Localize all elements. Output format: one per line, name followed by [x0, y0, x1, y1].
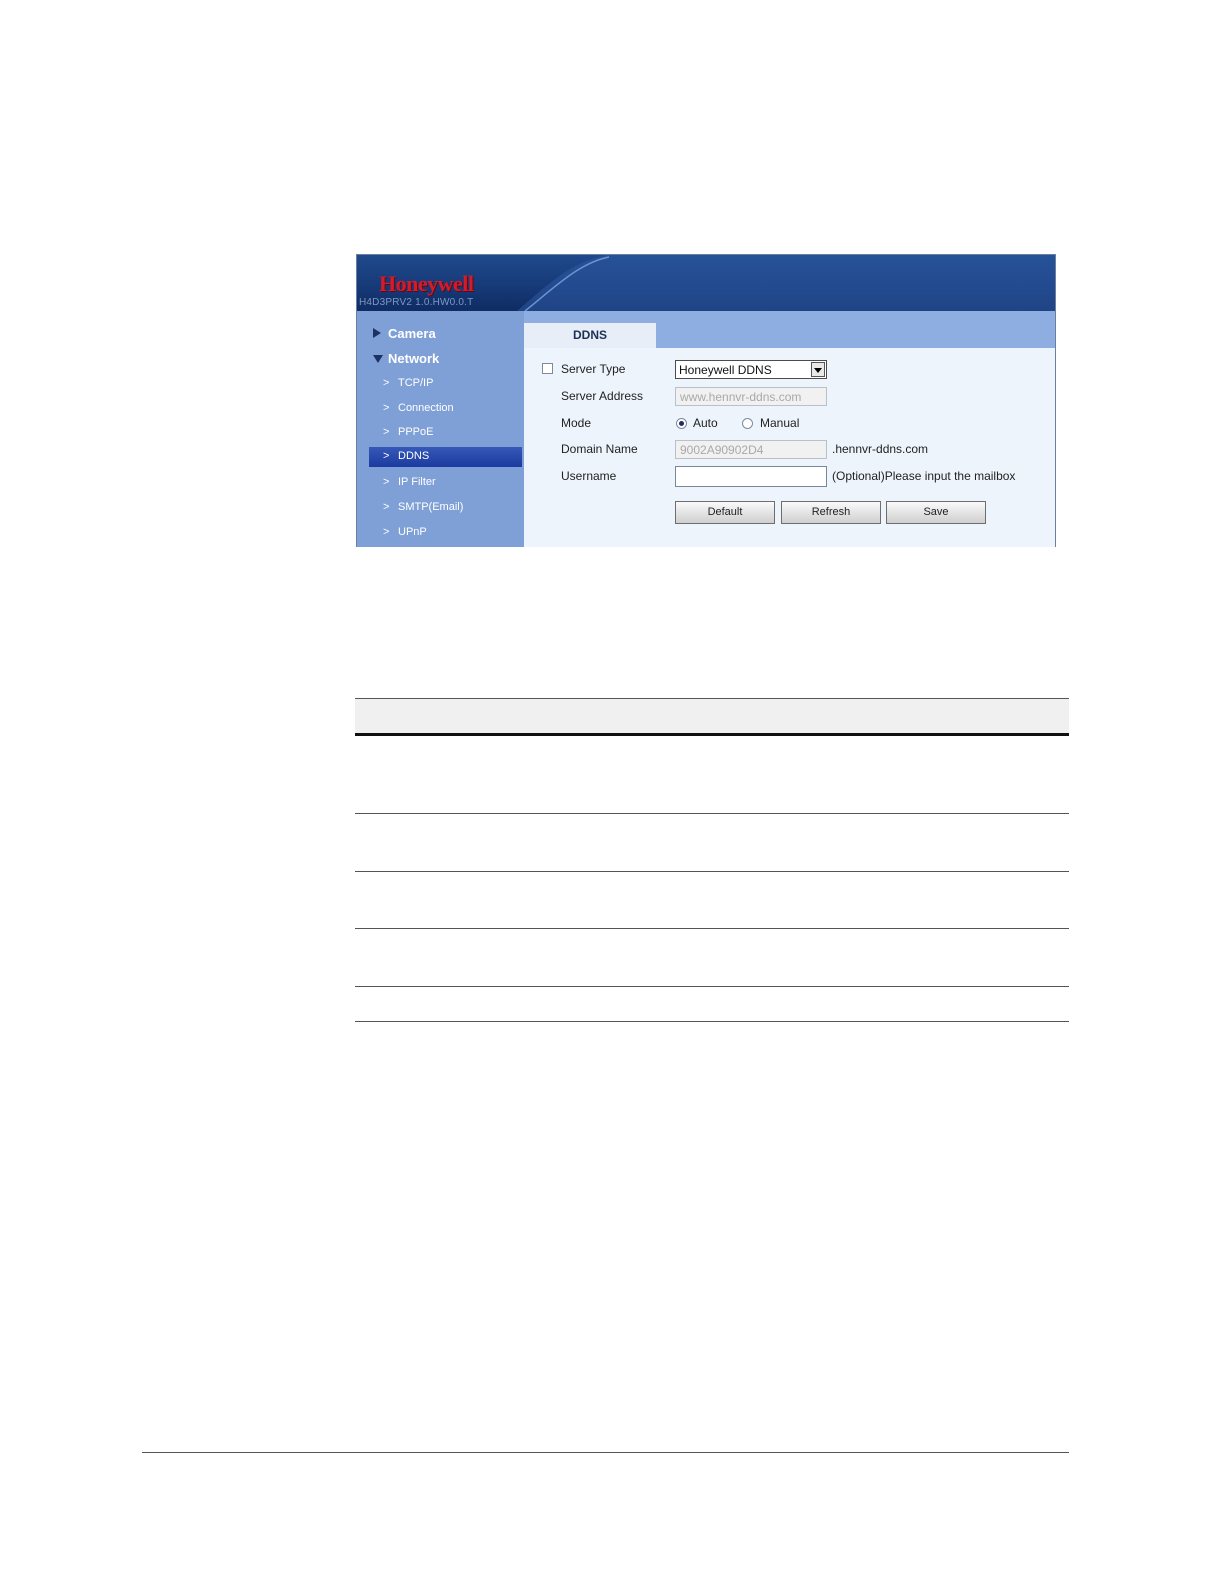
username-hint: (Optional)Please input the mailbox [832, 469, 1016, 483]
tab-ddns[interactable]: DDNS [524, 323, 656, 348]
domain-name-input [675, 440, 827, 459]
table-row-rule [355, 813, 1069, 814]
expanded-arrow-icon [373, 355, 383, 363]
chevron-right-icon: > [383, 501, 390, 513]
tab-bar: DDNS [524, 311, 1055, 348]
mode-label: Mode [561, 416, 592, 430]
ddns-settings-screenshot: Honeywell H4D3PRV2 1.0.HW0.0.T Camera Ne… [356, 254, 1056, 547]
table-bottom-rule [355, 1021, 1069, 1022]
domain-name-label: Domain Name [561, 442, 638, 456]
table-row-rule [355, 871, 1069, 872]
sidebar-item-ip-filter[interactable]: > IP Filter [369, 473, 522, 493]
sidebar-group-label: Network [388, 351, 440, 366]
mode-manual-label: Manual [760, 416, 800, 430]
sidebar-item-upnp[interactable]: > UPnP [369, 523, 522, 543]
chevron-right-icon: > [383, 402, 390, 414]
sidebar-item-label: TCP/IP [398, 377, 434, 389]
sidebar: Camera Network > TCP/IP > Connection > P… [357, 311, 524, 547]
domain-suffix: .hennvr-ddns.com [832, 442, 929, 456]
server-address-input [675, 387, 827, 406]
brand-logo: Honeywell [379, 271, 474, 296]
server-type-select[interactable]: Honeywell DDNS [675, 360, 827, 379]
mode-auto-radio[interactable] [676, 418, 687, 429]
username-label: Username [561, 469, 617, 483]
sidebar-item-ddns[interactable]: > DDNS [369, 447, 522, 467]
chevron-right-icon: > [383, 526, 390, 538]
sidebar-item-label: DDNS [398, 450, 430, 462]
chevron-right-icon: > [383, 377, 390, 389]
header-banner: Honeywell H4D3PRV2 1.0.HW0.0.T [357, 255, 1055, 311]
sidebar-item-smtp[interactable]: > SMTP(Email) [369, 498, 522, 518]
table-row-rule [355, 986, 1069, 987]
sidebar-item-label: UPnP [398, 526, 427, 538]
ddns-form: Server Type Honeywell DDNS Server Addres… [524, 348, 1055, 547]
refresh-button[interactable]: Refresh [781, 501, 881, 524]
username-input[interactable] [675, 466, 827, 487]
sidebar-item-connection[interactable]: > Connection [369, 399, 522, 419]
save-button[interactable]: Save [886, 501, 986, 524]
sidebar-group-network[interactable]: Network [357, 348, 524, 370]
chevron-right-icon: > [383, 426, 390, 438]
table-header-row [355, 699, 1069, 733]
mode-manual-radio[interactable] [742, 418, 753, 429]
sidebar-item-label: PPPoE [398, 426, 434, 438]
dropdown-arrow-icon[interactable] [811, 362, 825, 377]
sidebar-item-pppoe[interactable]: > PPPoE [369, 423, 522, 443]
sidebar-group-camera[interactable]: Camera [357, 323, 524, 345]
mode-auto-label: Auto [693, 416, 718, 430]
sidebar-item-label: IP Filter [398, 476, 436, 488]
server-address-label: Server Address [561, 389, 644, 403]
sidebar-item-label: Connection [398, 402, 454, 414]
sidebar-item-tcpip[interactable]: > TCP/IP [369, 374, 522, 394]
chevron-right-icon: > [383, 450, 390, 462]
page-footer-rule [142, 1452, 1069, 1453]
chevron-right-icon: > [383, 476, 390, 488]
table-row-rule [355, 928, 1069, 929]
firmware-version: H4D3PRV2 1.0.HW0.0.T [359, 297, 474, 308]
collapsed-arrow-icon [373, 328, 381, 338]
server-type-checkbox[interactable] [542, 363, 553, 374]
table-header-rule [355, 733, 1069, 736]
server-type-label: Server Type [561, 362, 626, 376]
server-type-value: Honeywell DDNS [679, 363, 772, 377]
sidebar-item-label: SMTP(Email) [398, 501, 464, 513]
sidebar-group-label: Camera [388, 326, 436, 341]
default-button[interactable]: Default [675, 501, 775, 524]
